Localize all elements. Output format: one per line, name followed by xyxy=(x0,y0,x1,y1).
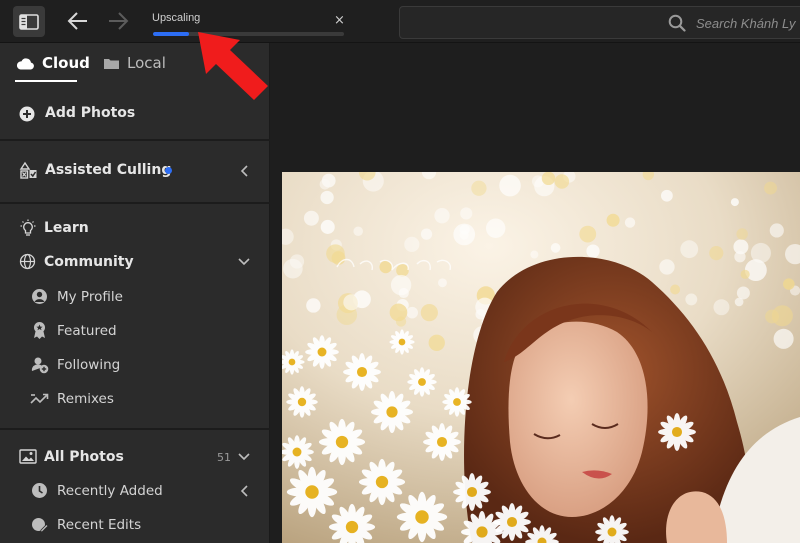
assisted-culling-item[interactable]: Assisted Culling xyxy=(0,156,270,186)
learn-item[interactable]: Learn xyxy=(0,215,270,241)
panel-toggle-icon xyxy=(19,13,39,30)
active-tab-indicator xyxy=(15,80,77,82)
chevron-down-icon[interactable] xyxy=(237,452,251,462)
globe-icon xyxy=(19,253,36,270)
all-photos-item[interactable]: All Photos 51 xyxy=(0,444,270,470)
plus-circle-icon xyxy=(19,106,35,122)
panel-toggle-button[interactable] xyxy=(13,6,45,37)
tab-cloud[interactable]: Cloud xyxy=(16,54,90,72)
new-feature-dot xyxy=(165,167,172,174)
featured-label: Featured xyxy=(57,323,117,339)
back-arrow-icon[interactable] xyxy=(66,10,90,32)
recent-edits-icon xyxy=(32,518,48,533)
assisted-culling-label: Assisted Culling xyxy=(45,162,172,178)
community-item[interactable]: Community xyxy=(0,249,270,275)
profile-icon xyxy=(32,289,47,304)
community-item-my-profile[interactable]: My Profile xyxy=(0,284,270,310)
award-icon xyxy=(34,322,45,339)
culling-icon xyxy=(19,161,37,179)
learn-label: Learn xyxy=(44,220,89,236)
remix-icon xyxy=(30,393,49,404)
search-icon xyxy=(668,14,686,32)
tab-local-label: Local xyxy=(127,54,166,72)
chevron-left-icon[interactable] xyxy=(240,484,250,498)
community-item-remixes[interactable]: Remixes xyxy=(0,386,270,412)
tab-cloud-label: Cloud xyxy=(42,54,90,72)
recently-added-label: Recently Added xyxy=(57,483,163,499)
sidebar: Cloud Local Add Photos Assisted Culling … xyxy=(0,43,270,543)
forward-arrow-icon[interactable] xyxy=(106,10,130,32)
clock-icon xyxy=(32,483,47,498)
cloud-icon xyxy=(16,57,34,69)
following-icon xyxy=(31,357,49,374)
folder-icon xyxy=(104,58,119,69)
progress-close-button[interactable]: × xyxy=(334,14,345,28)
progress-fill xyxy=(153,32,190,36)
divider xyxy=(0,428,270,430)
remixes-label: Remixes xyxy=(57,391,114,407)
community-item-following[interactable]: Following xyxy=(0,352,270,378)
all-photos-label: All Photos xyxy=(44,449,124,465)
chevron-left-icon[interactable] xyxy=(240,164,250,178)
add-photos-label: Add Photos xyxy=(45,105,136,121)
recent-edits-label: Recent Edits xyxy=(57,517,142,533)
chevron-down-icon[interactable] xyxy=(237,257,251,267)
all-photos-item-recent-edits[interactable]: Recent Edits xyxy=(0,512,270,538)
photo-count: 51 xyxy=(217,451,231,464)
my-profile-label: My Profile xyxy=(57,289,123,305)
progress-label: Upscaling xyxy=(152,12,201,24)
divider xyxy=(0,139,270,141)
all-photos-item-recently-added[interactable]: Recently Added xyxy=(0,478,270,504)
daisy-portrait-photo xyxy=(282,172,800,543)
community-label: Community xyxy=(44,254,134,270)
photo-preview[interactable] xyxy=(282,172,800,543)
search-box[interactable] xyxy=(399,6,800,39)
annotation-arrow xyxy=(198,32,268,100)
photo-viewer xyxy=(271,43,800,543)
divider xyxy=(0,202,270,204)
following-label: Following xyxy=(57,357,121,373)
top-bar: Upscaling × xyxy=(0,0,800,43)
search-input[interactable] xyxy=(696,13,800,33)
lightbulb-icon xyxy=(20,219,36,236)
community-item-featured[interactable]: Featured xyxy=(0,318,270,344)
tab-local[interactable]: Local xyxy=(103,54,166,72)
photos-icon xyxy=(19,449,37,464)
